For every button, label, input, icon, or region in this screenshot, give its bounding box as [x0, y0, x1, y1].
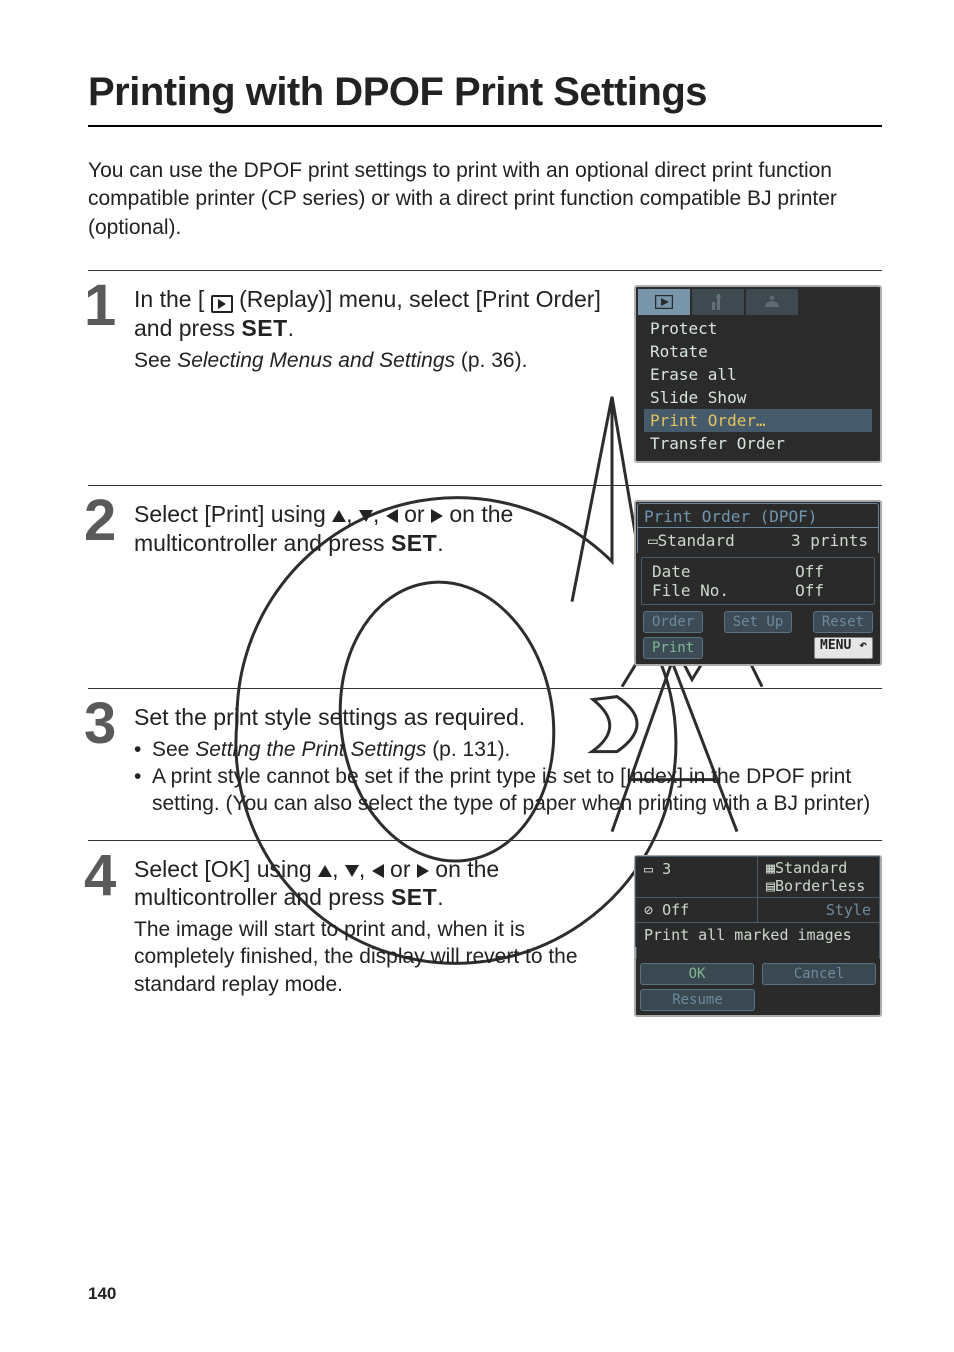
up-arrow-icon: [318, 865, 332, 877]
tab-replay: [638, 289, 690, 315]
set-label: SET: [391, 530, 437, 556]
step3-b2: A print style cannot be set if the print…: [134, 763, 882, 818]
step-number: 2: [84, 492, 116, 550]
menu-protect: Protect: [644, 317, 872, 340]
step4-text-a: Select [OK] using: [134, 856, 318, 882]
lcd-fileno-value: Off: [795, 581, 824, 600]
lcd-menu-badge: MENU ↶: [814, 637, 873, 659]
lcd-order-btn: Order: [643, 611, 703, 633]
step3-b1c: (p. 131).: [432, 738, 510, 761]
menu-rotate: Rotate: [644, 340, 872, 363]
step2-or: or: [404, 501, 431, 527]
set-label: SET: [391, 884, 437, 910]
lcd3-ok: OK: [640, 963, 754, 985]
screenshot-replay-menu: Protect Rotate Erase all Slide Show Prin…: [634, 285, 882, 463]
lcd3-cancel: Cancel: [762, 963, 876, 985]
step-1: 1 In the [ (Replay)] menu, select [Print…: [88, 270, 882, 485]
step4-or: or: [390, 856, 417, 882]
lcd-date-value: Off: [795, 562, 824, 581]
step-number: 3: [84, 695, 116, 753]
left-arrow-icon: [372, 864, 384, 878]
step-3: 3 Set the print style settings as requir…: [88, 688, 882, 840]
step-number: 4: [84, 847, 116, 905]
down-arrow-icon: [345, 865, 359, 877]
right-arrow-icon: [431, 509, 443, 523]
lcd3-style: Style: [757, 897, 880, 923]
lcd-standard-label: ▭Standard: [648, 531, 735, 550]
lcd3-resume: Resume: [640, 989, 755, 1011]
step1-text-b: (Replay)] menu, select [Print Order] and…: [134, 286, 601, 341]
menu-print-order-label: Print Order: [650, 411, 756, 430]
step2-text-a: Select [Print] using: [134, 501, 332, 527]
lcd3-copies: ▭ 3: [635, 856, 758, 898]
right-arrow-icon: [417, 864, 429, 878]
step1-see-c: (p. 36).: [461, 349, 528, 372]
step1-text-c: .: [288, 315, 294, 341]
step-number: 1: [84, 277, 116, 335]
step3-b1a: See: [152, 738, 195, 761]
screenshot-print-order: Print Order (DPOF) ▭Standard 3 prints Da…: [634, 500, 882, 666]
lcd3-msg: Print all marked images: [635, 922, 880, 947]
lcd-print-btn: Print: [643, 637, 703, 659]
screenshot-print-confirm: ▭ 3 ▦Standard ▤Borderless ⊘ Off Style Pr…: [634, 855, 882, 1017]
lcd-date-label: Date: [652, 562, 691, 581]
step-4: 4 Select [OK] using , , or on the multic…: [88, 840, 882, 1039]
tab-setup: [692, 289, 744, 315]
lcd-reset-btn: Reset: [813, 611, 873, 633]
lcd-prints-count: 3 prints: [791, 531, 868, 550]
lcd3-off: ⊘ Off: [635, 897, 758, 923]
step1-text-a: In the [: [134, 286, 204, 312]
step1-see-a: See: [134, 349, 177, 372]
lcd3-right-top: ▦Standard ▤Borderless: [757, 856, 880, 898]
step3-b1b: Setting the Print Settings: [195, 738, 426, 761]
page-number: 140: [88, 1284, 116, 1304]
menu-slide-show: Slide Show: [644, 386, 872, 409]
tab-mycamera: [746, 289, 798, 315]
down-arrow-icon: [359, 510, 373, 522]
lcd-setup-btn: Set Up: [724, 611, 793, 633]
up-arrow-icon: [332, 510, 346, 522]
menu-print-order: Print Order…: [644, 409, 872, 432]
left-arrow-icon: [386, 509, 398, 523]
lcd-header: Print Order (DPOF): [637, 503, 879, 527]
menu-erase-all: Erase all: [644, 363, 872, 386]
page-title: Printing with DPOF Print Settings: [88, 70, 882, 127]
step1-see-b: Selecting Menus and Settings: [177, 349, 455, 372]
lcd-fileno-label: File No.: [652, 581, 729, 600]
replay-icon: [211, 295, 233, 313]
set-label: SET: [241, 315, 287, 341]
step4-body: The image will start to print and, when …: [134, 916, 620, 998]
step-2: 2 Select [Print] using , , or on the mul…: [88, 485, 882, 688]
menu-transfer-order: Transfer Order: [644, 432, 872, 455]
intro-text: You can use the DPOF print settings to p…: [88, 157, 882, 242]
step3-head: Set the print style settings as required…: [134, 703, 882, 732]
